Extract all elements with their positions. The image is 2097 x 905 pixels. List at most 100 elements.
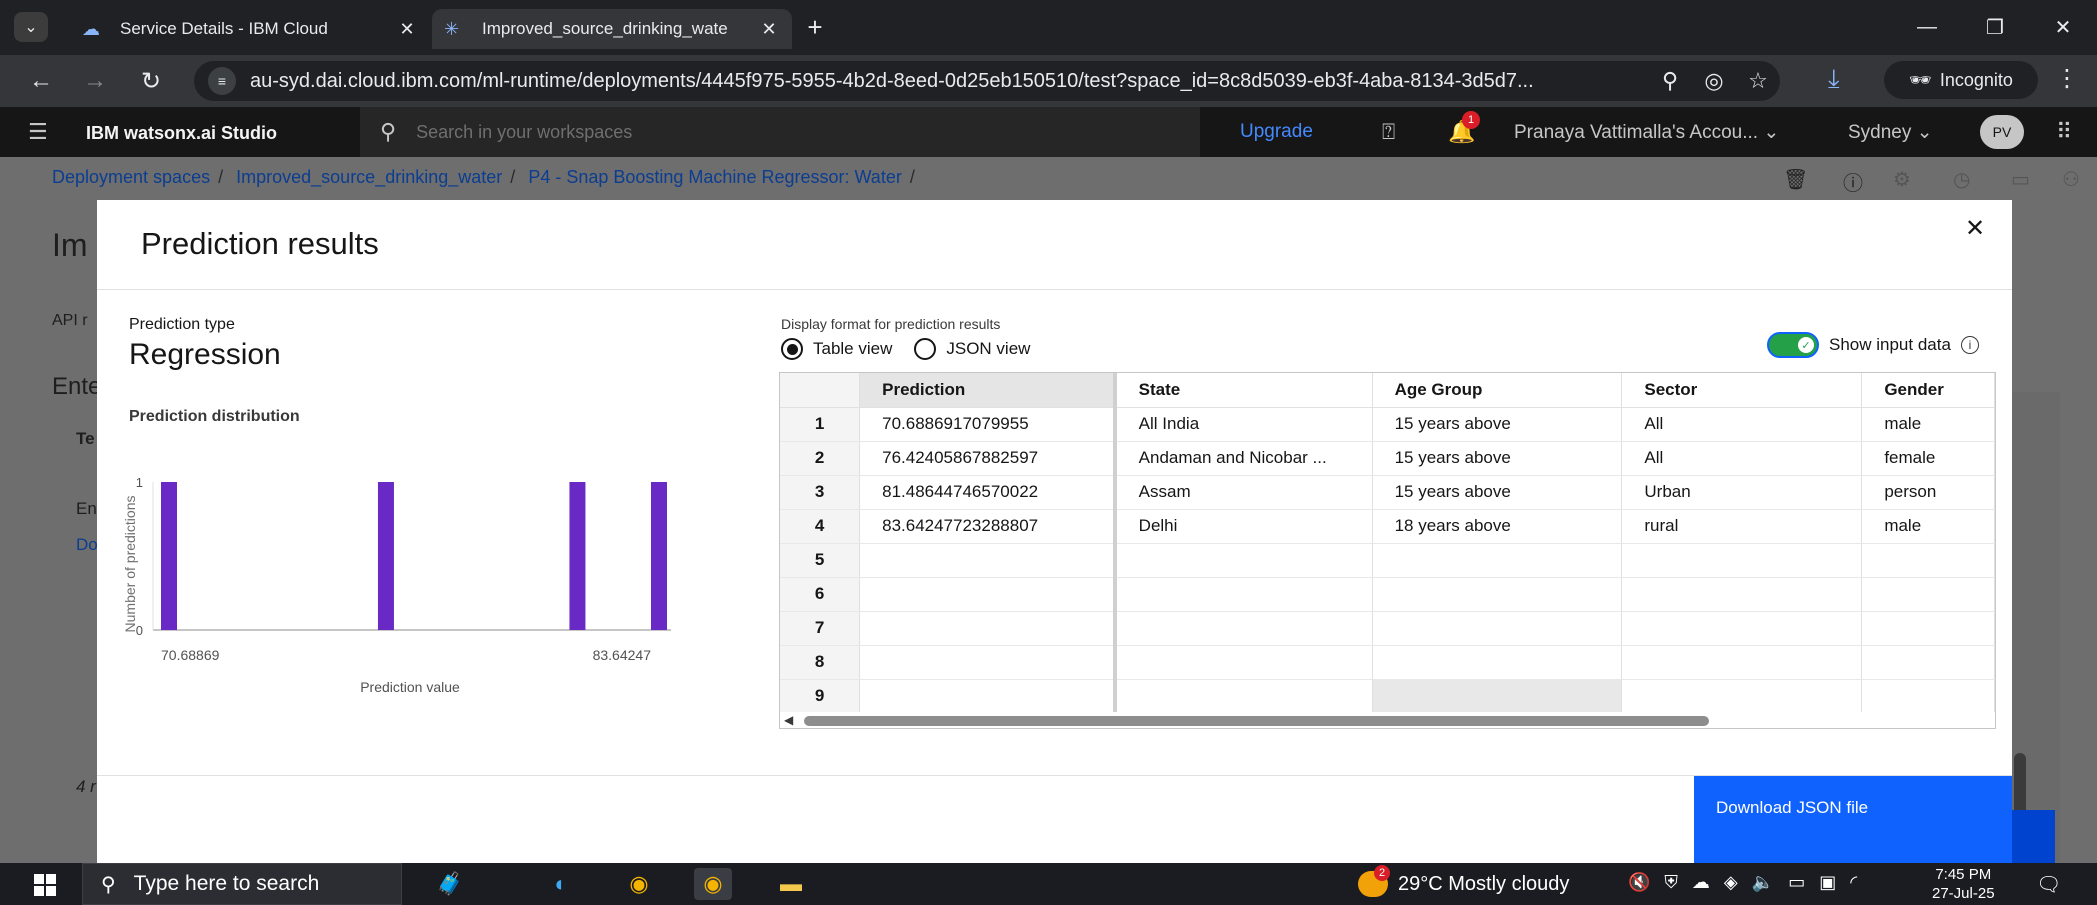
cell-state[interactable]: [1114, 611, 1373, 646]
cell-prediction[interactable]: 81.48644746570022: [859, 475, 1117, 510]
browser-menu-icon[interactable]: ⋮: [2055, 64, 2079, 93]
cell-age-group[interactable]: [1372, 543, 1623, 578]
zoom-icon[interactable]: ⚲: [1648, 68, 1692, 94]
cell-sector[interactable]: rural: [1621, 509, 1863, 544]
json-view-radio[interactable]: [914, 338, 937, 360]
cell-sector[interactable]: [1621, 611, 1863, 646]
cell-prediction[interactable]: 70.6886917079955: [859, 407, 1117, 442]
info-icon[interactable]: ⓘ: [1843, 167, 1863, 196]
travel-widget-icon[interactable]: 🧳: [410, 868, 490, 900]
cell-age-group[interactable]: 18 years above: [1372, 509, 1623, 544]
table-view-radio[interactable]: [781, 338, 803, 360]
onedrive-icon[interactable]: ☁: [1692, 872, 1710, 893]
api-reference-tab[interactable]: API r: [52, 312, 88, 330]
product-name[interactable]: IBM watsonx.ai Studio: [86, 123, 277, 144]
cell-sector[interactable]: Urban: [1621, 475, 1863, 510]
table-row[interactable]: 4 83.64247723288807 Delhi 18 years above rur…: [780, 509, 1995, 544]
cell-age-group[interactable]: 15 years above: [1372, 441, 1623, 476]
cell-age-group[interactable]: 15 years above: [1372, 475, 1623, 510]
close-tab-icon[interactable]: ✕: [396, 19, 418, 40]
table-view-label[interactable]: Table view: [813, 339, 892, 359]
cell-state[interactable]: Assam: [1114, 475, 1373, 510]
tracking-protection-icon[interactable]: ◎: [1692, 68, 1736, 94]
table-row[interactable]: 8: [780, 645, 1995, 680]
cell-sector[interactable]: All: [1621, 407, 1863, 442]
chrome-icon[interactable]: ◉: [620, 868, 658, 900]
column-header-age-group[interactable]: Age Group: [1372, 373, 1623, 408]
reload-icon[interactable]: ↻: [134, 64, 168, 98]
table-row[interactable]: 9: [780, 679, 1995, 714]
windows-start-icon[interactable]: [34, 874, 56, 896]
cell-state[interactable]: [1114, 543, 1373, 578]
close-icon[interactable]: ✕: [1965, 214, 1985, 243]
volume-icon[interactable]: 🔈: [1752, 872, 1774, 893]
cell-gender[interactable]: [1861, 577, 1995, 612]
background-scrollbar[interactable]: [2012, 597, 2028, 823]
cell-prediction[interactable]: [859, 645, 1117, 680]
column-header-sector[interactable]: Sector: [1621, 373, 1863, 408]
wifi-icon[interactable]: ◜: [1850, 872, 1857, 893]
cell-prediction[interactable]: 76.42405867882597: [859, 441, 1117, 476]
history-icon[interactable]: ◷: [1953, 167, 1970, 192]
address-bar[interactable]: ≡ au-syd.dai.cloud.ibm.com/ml-runtime/de…: [194, 61, 1780, 101]
security-icon[interactable]: ⛨: [1664, 872, 1678, 893]
table-horizontal-scrollbar[interactable]: ◀ ▶: [780, 712, 1995, 728]
scroll-left-icon[interactable]: ◀: [784, 713, 793, 727]
region-switcher[interactable]: Sydney ⌄: [1848, 121, 1933, 144]
edge-browser-icon[interactable]: ◐: [542, 868, 580, 900]
cell-state[interactable]: [1114, 577, 1373, 612]
notification-center-icon[interactable]: 🗨: [2036, 872, 2061, 897]
info-icon[interactable]: i: [1960, 336, 1979, 354]
chrome-profile-icon[interactable]: ◉: [694, 868, 732, 900]
share-icon[interactable]: ⚇: [2062, 167, 2080, 192]
cell-prediction[interactable]: [859, 679, 1117, 714]
file-explorer-icon[interactable]: ▬: [772, 868, 810, 900]
hamburger-menu-icon[interactable]: ☰: [28, 119, 48, 145]
taskbar-search[interactable]: ⚲ Type here to search: [82, 863, 402, 905]
tab-search-button[interactable]: ⌄: [14, 12, 48, 42]
avatar[interactable]: PV: [1980, 115, 2024, 149]
weather-widget[interactable]: 2 29°C Mostly cloudy: [1358, 865, 1569, 897]
cell-gender[interactable]: person: [1861, 475, 1995, 510]
cell-prediction[interactable]: 83.64247723288807: [859, 509, 1117, 544]
cell-sector[interactable]: [1621, 577, 1863, 612]
account-switcher[interactable]: Pranaya Vattimalla's Accou... ⌄: [1514, 121, 1779, 144]
bookmark-star-icon[interactable]: ☆: [1736, 68, 1780, 94]
cell-sector[interactable]: All: [1621, 441, 1863, 476]
breadcrumb-space[interactable]: Improved_source_drinking_water: [236, 167, 502, 187]
browser-tab-prediction[interactable]: ✳ Improved_source_drinking_wate ✕: [432, 9, 792, 49]
close-tab-icon[interactable]: ✕: [758, 19, 780, 40]
cell-sector[interactable]: [1621, 679, 1863, 714]
cell-state[interactable]: [1114, 679, 1373, 714]
battery-icon[interactable]: ▭: [1788, 872, 1805, 893]
cell-prediction[interactable]: [859, 543, 1117, 578]
cell-prediction[interactable]: [859, 577, 1117, 612]
table-row[interactable]: 2 76.42405867882597 Andaman and Nicobar ..…: [780, 441, 1995, 476]
cell-gender[interactable]: male: [1861, 509, 1995, 544]
app-tray-icon[interactable]: ◈: [1724, 872, 1738, 893]
download-icon[interactable]: ⤓: [1828, 63, 1840, 95]
cell-sector[interactable]: [1621, 543, 1863, 578]
json-view-label[interactable]: JSON view: [946, 339, 1030, 359]
table-row[interactable]: 6: [780, 577, 1995, 612]
breadcrumb-deployment[interactable]: P4 - Snap Boosting Machine Regressor: Wa…: [528, 167, 902, 187]
cell-gender[interactable]: [1861, 611, 1995, 646]
table-row[interactable]: 1 70.6886917079955 All India 15 years above…: [780, 407, 1995, 442]
cell-age-group[interactable]: [1372, 577, 1623, 612]
cell-prediction[interactable]: [859, 611, 1117, 646]
help-icon[interactable]: ⍰: [1382, 119, 1395, 145]
scroll-thumb[interactable]: [804, 716, 1709, 726]
show-input-toggle[interactable]: ✓: [1767, 332, 1819, 358]
download-link[interactable]: Do: [76, 535, 98, 555]
minimize-icon[interactable]: —: [1904, 10, 1950, 44]
cell-gender[interactable]: male: [1861, 407, 1995, 442]
upgrade-link[interactable]: Upgrade: [1240, 121, 1313, 143]
column-header-gender[interactable]: Gender: [1861, 373, 1995, 408]
delete-icon[interactable]: 🗑: [1783, 167, 1808, 192]
display-icon[interactable]: ▣: [1819, 872, 1836, 893]
cell-sector[interactable]: [1621, 645, 1863, 680]
clock[interactable]: 7:45 PM 27-Jul-25: [1932, 865, 1995, 903]
mute-icon[interactable]: 🔇: [1628, 872, 1650, 893]
comment-icon[interactable]: ▭: [2011, 167, 2030, 192]
new-tab-button[interactable]: +: [800, 12, 830, 42]
